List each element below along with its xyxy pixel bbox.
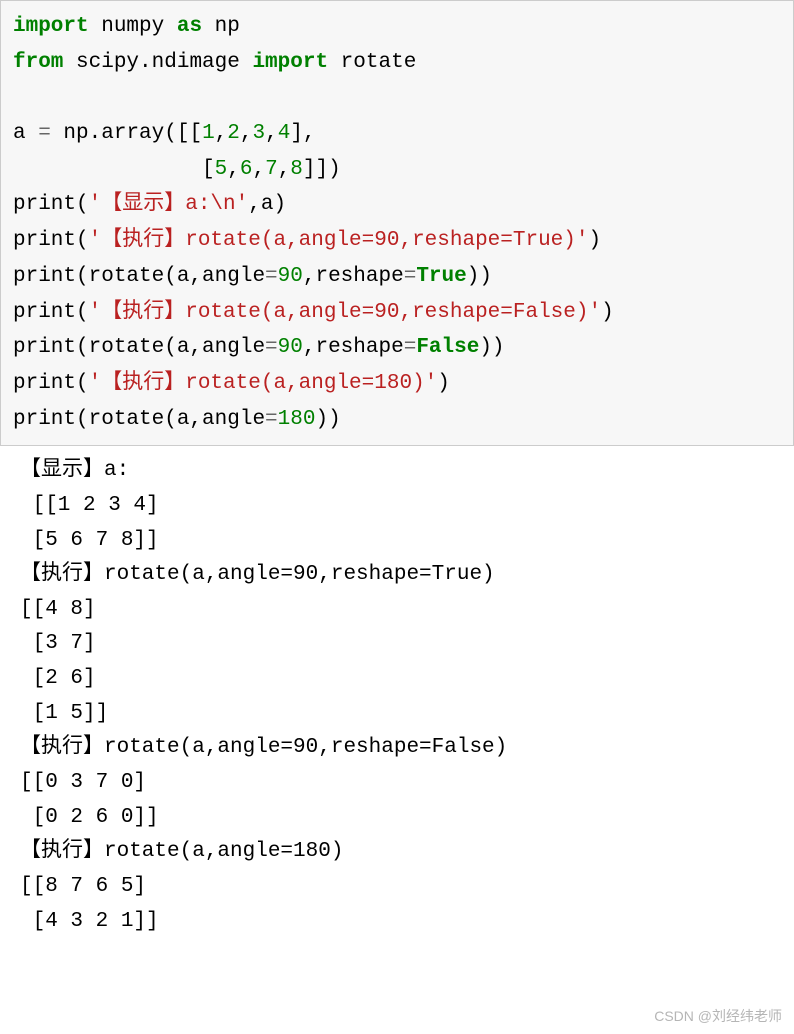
comma: , — [278, 158, 291, 181]
reshape-part: ,reshape — [303, 336, 404, 359]
output-line: 【显示】a: — [20, 459, 129, 482]
call: (rotate(a,angle — [76, 336, 265, 359]
output-block: 【显示】a: [[1 2 3 4] [5 6 7 8]] 【执行】rotate(… — [0, 446, 794, 959]
num: 1 — [202, 122, 215, 145]
rparen: ) — [437, 372, 450, 395]
num: 8 — [290, 158, 303, 181]
num: 180 — [278, 408, 316, 431]
keyword-as: as — [177, 15, 202, 38]
print-fn: print — [13, 336, 76, 359]
comma: , — [240, 122, 253, 145]
output-line: 【执行】rotate(a,angle=180) — [20, 840, 343, 863]
lparen: ( — [76, 229, 89, 252]
num: 90 — [278, 336, 303, 359]
num: 2 — [227, 122, 240, 145]
indent: [ — [13, 158, 215, 181]
keyword-from: from — [13, 51, 63, 74]
output-line: [[0 3 7 0] — [20, 771, 146, 794]
print-fn: print — [13, 193, 76, 216]
print-fn: print — [13, 301, 76, 324]
string-literal: '【执行】rotate(a,angle=90,reshape=True)' — [89, 229, 589, 252]
text: rotate — [328, 51, 416, 74]
output-line: [1 5]] — [20, 702, 108, 725]
print-fn: print — [13, 408, 76, 431]
keyword-import: import — [13, 15, 89, 38]
num: 7 — [265, 158, 278, 181]
output-line: [2 6] — [20, 667, 96, 690]
op-eq: = — [404, 265, 417, 288]
watermark: CSDN @刘经纬老师 — [654, 1006, 782, 1026]
rparen: ) — [601, 301, 614, 324]
output-line: [3 7] — [20, 632, 96, 655]
num: 4 — [278, 122, 291, 145]
args: ,a) — [248, 193, 286, 216]
print-fn: print — [13, 372, 76, 395]
op-eq: = — [265, 408, 278, 431]
output-line: [4 3 2 1]] — [20, 910, 159, 933]
output-line: [0 2 6 0]] — [20, 806, 159, 829]
call: (rotate(a,angle — [76, 265, 265, 288]
num: 90 — [278, 265, 303, 288]
print-fn: print — [13, 265, 76, 288]
op-eq: = — [38, 122, 51, 145]
bool-false: False — [416, 336, 479, 359]
bool-true: True — [416, 265, 466, 288]
rparen: )) — [467, 265, 492, 288]
output-line: [5 6 7 8]] — [20, 529, 159, 552]
text: numpy — [89, 15, 177, 38]
comma: , — [252, 158, 265, 181]
call: (rotate(a,angle — [76, 408, 265, 431]
rparen: )) — [479, 336, 504, 359]
output-line: [[8 7 6 5] — [20, 875, 146, 898]
op-eq: = — [265, 336, 278, 359]
code-block: import numpy as np from scipy.ndimage im… — [0, 0, 794, 446]
output-line: 【执行】rotate(a,angle=90,reshape=True) — [20, 563, 495, 586]
num: 6 — [240, 158, 253, 181]
row-end: ], — [290, 122, 315, 145]
num: 3 — [253, 122, 266, 145]
op-eq: = — [404, 336, 417, 359]
np-array-call: np.array([[ — [51, 122, 202, 145]
lparen: ( — [76, 193, 89, 216]
var-a: a — [13, 122, 38, 145]
print-fn: print — [13, 229, 76, 252]
num: 5 — [215, 158, 228, 181]
lparen: ( — [76, 301, 89, 324]
string-literal: '【执行】rotate(a,angle=180)' — [89, 372, 438, 395]
string-literal: '【显示】a:\n' — [89, 193, 249, 216]
keyword-import2: import — [252, 51, 328, 74]
arr-end: ]]) — [303, 158, 341, 181]
output-line: 【执行】rotate(a,angle=90,reshape=False) — [20, 736, 507, 759]
comma: , — [227, 158, 240, 181]
op-eq: = — [265, 265, 278, 288]
text: scipy.ndimage — [63, 51, 252, 74]
output-line: [[1 2 3 4] — [20, 494, 159, 517]
comma: , — [215, 122, 228, 145]
comma: , — [265, 122, 278, 145]
rparen: )) — [315, 408, 340, 431]
string-literal: '【执行】rotate(a,angle=90,reshape=False)' — [89, 301, 601, 324]
output-line: [[4 8] — [20, 598, 96, 621]
rparen: ) — [589, 229, 602, 252]
reshape-part: ,reshape — [303, 265, 404, 288]
lparen: ( — [76, 372, 89, 395]
text: np — [202, 15, 240, 38]
